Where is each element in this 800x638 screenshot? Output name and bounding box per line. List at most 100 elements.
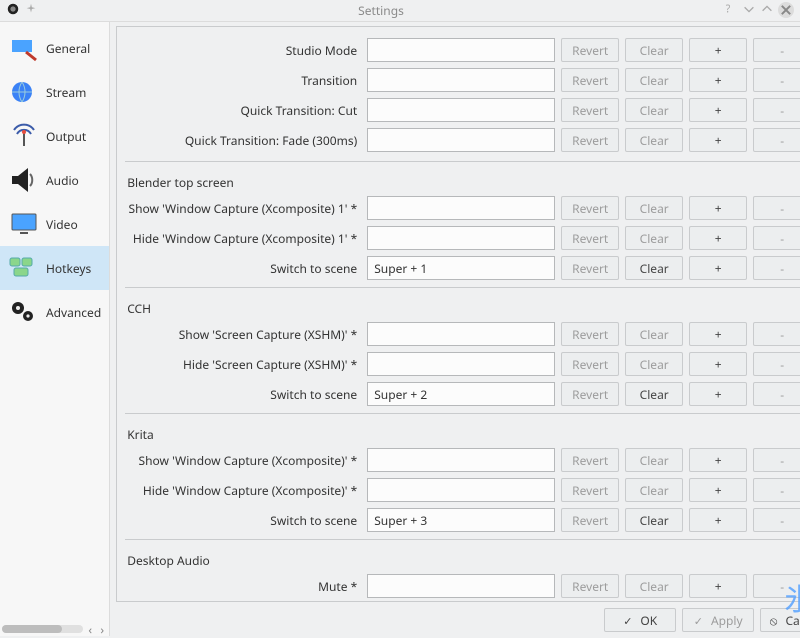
hotkey-input[interactable] bbox=[367, 196, 555, 220]
remove-button[interactable]: - bbox=[753, 256, 800, 280]
clear-button[interactable]: Clear bbox=[625, 322, 683, 346]
clear-button[interactable]: Clear bbox=[625, 478, 683, 502]
hotkey-input[interactable] bbox=[367, 38, 555, 62]
sidebar-item-label: General bbox=[46, 40, 90, 57]
hotkey-input[interactable] bbox=[367, 128, 555, 152]
clear-button[interactable]: Clear bbox=[625, 68, 683, 92]
add-button[interactable]: + bbox=[689, 478, 747, 502]
ok-button[interactable]: OK bbox=[604, 608, 676, 632]
clear-button[interactable]: Clear bbox=[625, 38, 683, 62]
add-button[interactable]: + bbox=[689, 68, 747, 92]
minimize-icon[interactable] bbox=[742, 2, 756, 20]
add-button[interactable]: + bbox=[689, 98, 747, 122]
sidebar-item-stream[interactable]: Stream bbox=[0, 70, 109, 114]
sidebar-item-output[interactable]: Output bbox=[0, 114, 109, 158]
help-icon[interactable]: ? bbox=[724, 2, 738, 20]
hotkey-row: TransitionRevertClear+- bbox=[123, 65, 800, 95]
revert-button[interactable]: Revert bbox=[561, 98, 619, 122]
remove-button[interactable]: - bbox=[753, 38, 800, 62]
clear-button[interactable]: Clear bbox=[625, 256, 683, 280]
add-button[interactable]: + bbox=[689, 38, 747, 62]
pin-icon[interactable] bbox=[24, 2, 38, 20]
hotkey-input[interactable] bbox=[367, 226, 555, 250]
hotkey-input[interactable] bbox=[367, 322, 555, 346]
revert-button[interactable]: Revert bbox=[561, 352, 619, 376]
add-button[interactable]: + bbox=[689, 226, 747, 250]
sidebar-item-general[interactable]: General bbox=[0, 26, 109, 70]
sidebar-item-audio[interactable]: Audio bbox=[0, 158, 109, 202]
maximize-icon[interactable] bbox=[760, 2, 774, 20]
remove-button[interactable]: - bbox=[753, 322, 800, 346]
chevron-left-icon[interactable]: ‹ bbox=[85, 624, 95, 634]
revert-button[interactable]: Revert bbox=[561, 478, 619, 502]
clear-button[interactable]: Clear bbox=[625, 226, 683, 250]
clear-button[interactable]: Clear bbox=[625, 448, 683, 472]
hotkey-input[interactable] bbox=[367, 382, 555, 406]
hotkey-input[interactable] bbox=[367, 574, 555, 598]
remove-button[interactable]: - bbox=[753, 128, 800, 152]
sidebar-hscroll[interactable]: ‹ › bbox=[0, 622, 109, 636]
sidebar-item-video[interactable]: Video bbox=[0, 202, 109, 246]
cancel-button[interactable]: Cancel bbox=[760, 608, 800, 632]
hotkey-row: Switch to scene RevertClear+- bbox=[123, 505, 800, 535]
remove-button[interactable]: - bbox=[753, 382, 800, 406]
sidebar-item-label: Output bbox=[46, 128, 86, 145]
add-button[interactable]: + bbox=[689, 352, 747, 376]
sidebar-item-label: Audio bbox=[46, 172, 79, 189]
speaker-icon bbox=[8, 166, 40, 194]
hotkey-input[interactable] bbox=[367, 448, 555, 472]
remove-button[interactable]: - bbox=[753, 196, 800, 220]
hotkey-input[interactable] bbox=[367, 352, 555, 376]
sidebar-item-hotkeys[interactable]: Hotkeys bbox=[0, 246, 109, 290]
add-button[interactable]: + bbox=[689, 574, 747, 598]
remove-button[interactable]: - bbox=[753, 574, 800, 598]
hotkey-input[interactable] bbox=[367, 508, 555, 532]
chevron-right-icon[interactable]: › bbox=[97, 624, 107, 634]
keyboard-icon bbox=[8, 254, 40, 282]
add-button[interactable]: + bbox=[689, 448, 747, 472]
revert-button[interactable]: Revert bbox=[561, 574, 619, 598]
add-button[interactable]: + bbox=[689, 382, 747, 406]
revert-button[interactable]: Revert bbox=[561, 128, 619, 152]
add-button[interactable]: + bbox=[689, 322, 747, 346]
hotkey-input[interactable] bbox=[367, 256, 555, 280]
revert-button[interactable]: Revert bbox=[561, 38, 619, 62]
add-button[interactable]: + bbox=[689, 256, 747, 280]
revert-button[interactable]: Revert bbox=[561, 448, 619, 472]
revert-button[interactable]: Revert bbox=[561, 196, 619, 220]
close-icon[interactable] bbox=[778, 2, 794, 18]
revert-button[interactable]: Revert bbox=[561, 226, 619, 250]
add-button[interactable]: + bbox=[689, 128, 747, 152]
hotkey-row: Show 'Screen Capture (XSHM)' *RevertClea… bbox=[123, 319, 800, 349]
revert-button[interactable]: Revert bbox=[561, 68, 619, 92]
apply-button[interactable]: Apply bbox=[682, 608, 754, 632]
hotkey-label: Switch to scene bbox=[123, 386, 361, 403]
add-button[interactable]: + bbox=[689, 196, 747, 220]
clear-button[interactable]: Clear bbox=[625, 508, 683, 532]
remove-button[interactable]: - bbox=[753, 352, 800, 376]
remove-button[interactable]: - bbox=[753, 508, 800, 532]
hotkey-label: Hide 'Screen Capture (XSHM)' * bbox=[123, 356, 361, 373]
revert-button[interactable]: Revert bbox=[561, 382, 619, 406]
revert-button[interactable]: Revert bbox=[561, 508, 619, 532]
remove-button[interactable]: - bbox=[753, 448, 800, 472]
sidebar-item-advanced[interactable]: Advanced bbox=[0, 290, 109, 334]
revert-button[interactable]: Revert bbox=[561, 322, 619, 346]
hotkey-label: Switch to scene bbox=[123, 512, 361, 529]
remove-button[interactable]: - bbox=[753, 226, 800, 250]
clear-button[interactable]: Clear bbox=[625, 98, 683, 122]
main-panel: Studio ModeRevertClear+-TransitionRevert… bbox=[109, 22, 800, 636]
hotkey-input[interactable] bbox=[367, 478, 555, 502]
remove-button[interactable]: - bbox=[753, 98, 800, 122]
revert-button[interactable]: Revert bbox=[561, 256, 619, 280]
remove-button[interactable]: - bbox=[753, 478, 800, 502]
clear-button[interactable]: Clear bbox=[625, 382, 683, 406]
clear-button[interactable]: Clear bbox=[625, 128, 683, 152]
add-button[interactable]: + bbox=[689, 508, 747, 532]
hotkey-input[interactable] bbox=[367, 68, 555, 92]
clear-button[interactable]: Clear bbox=[625, 574, 683, 598]
remove-button[interactable]: - bbox=[753, 68, 800, 92]
clear-button[interactable]: Clear bbox=[625, 196, 683, 220]
hotkey-input[interactable] bbox=[367, 98, 555, 122]
clear-button[interactable]: Clear bbox=[625, 352, 683, 376]
